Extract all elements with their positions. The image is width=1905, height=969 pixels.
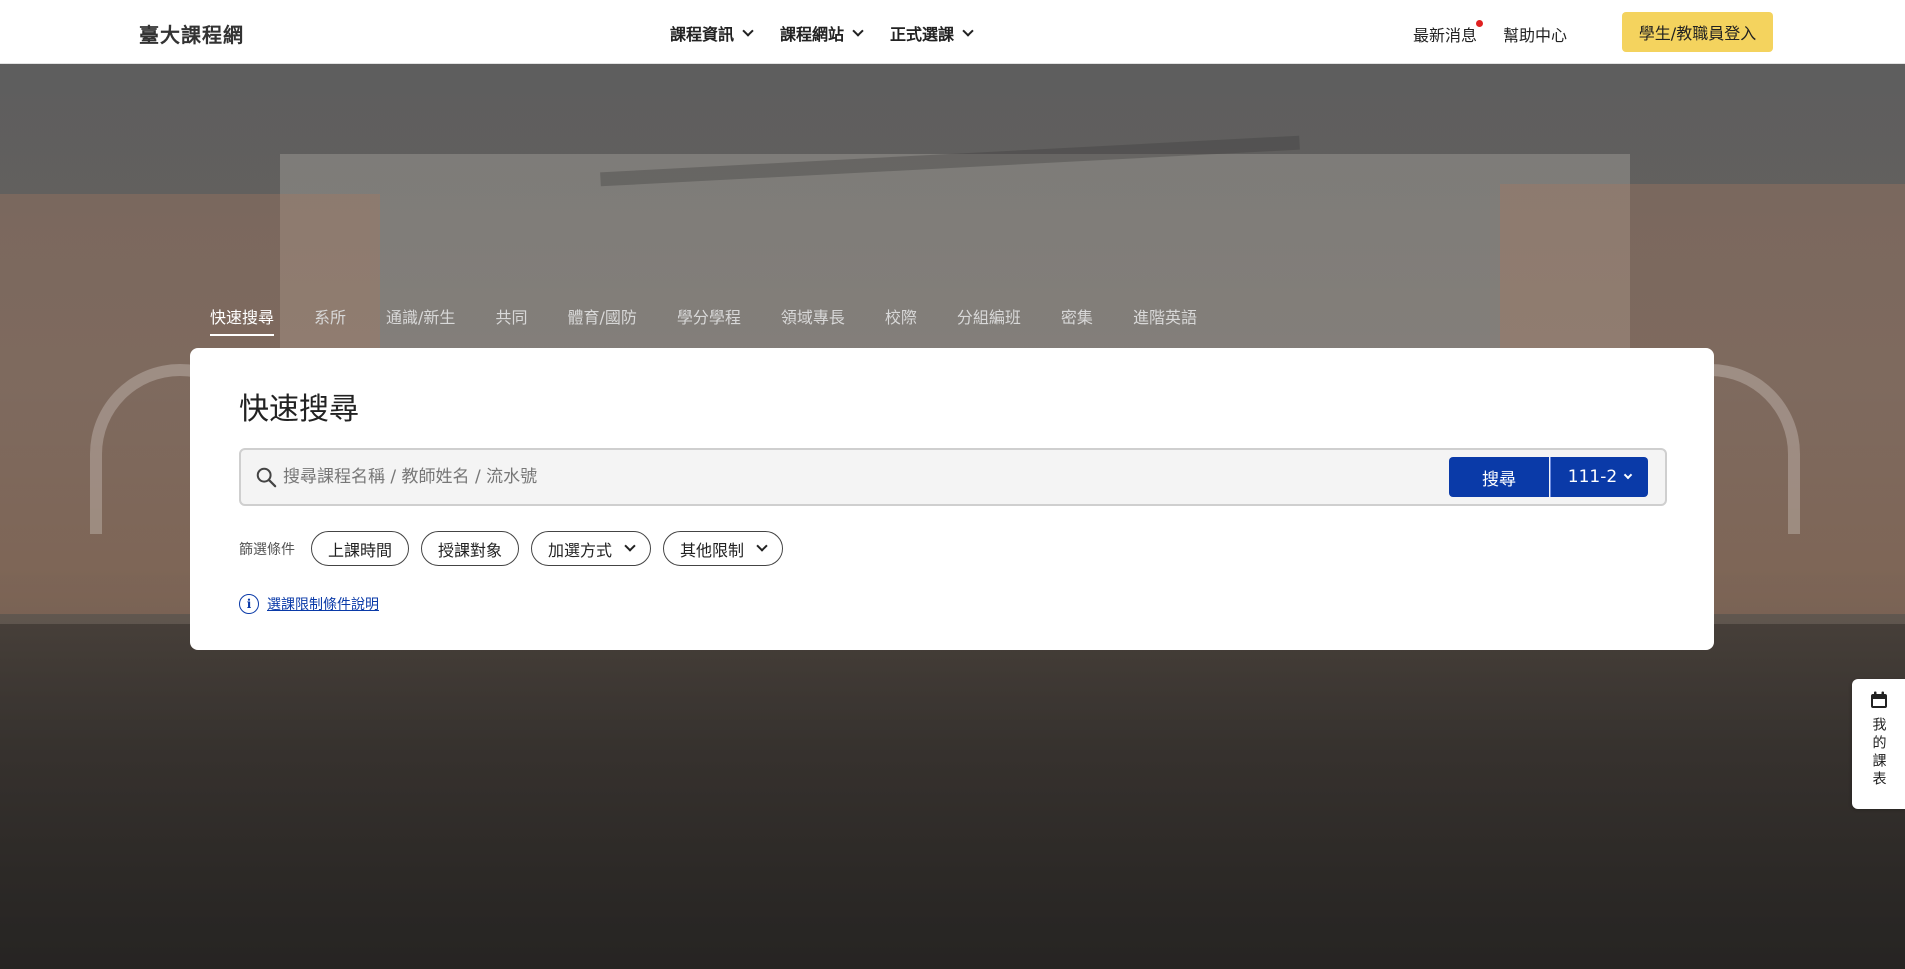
chevron-down-icon: [742, 24, 754, 37]
news-link-label: 最新消息: [1413, 26, 1478, 45]
chevron-down-icon: [962, 24, 974, 37]
search-button[interactable]: 搜尋: [1449, 457, 1549, 497]
news-link[interactable]: 最新消息: [1413, 20, 1484, 46]
card-title: 快速搜尋: [239, 392, 359, 427]
search-tabs: 快速搜尋 系所 通識/新生 共同 體育/國防 學分學程 領域專長 校際 分組編班…: [210, 304, 1197, 336]
filter-other-restrictions-label: 其他限制: [680, 540, 745, 560]
nav-course-info-label: 課程資訊: [670, 25, 735, 44]
search-icon: [256, 467, 277, 488]
filter-enroll-method[interactable]: 加選方式: [531, 531, 652, 566]
search-bar: 搜尋 111-2: [239, 448, 1667, 506]
nav-course-info[interactable]: 課程資訊: [670, 21, 754, 45]
tab-intensive[interactable]: 密集: [1061, 304, 1093, 336]
nav-course-websites-label: 課程網站: [780, 25, 845, 44]
tab-general-freshman[interactable]: 通識/新生: [386, 304, 455, 336]
info-icon: i: [239, 594, 259, 614]
tab-domain-expertise[interactable]: 領域專長: [781, 304, 845, 336]
tab-department[interactable]: 系所: [314, 304, 346, 336]
filter-target-audience[interactable]: 授課對象: [421, 531, 520, 566]
chevron-down-icon: [852, 24, 864, 37]
site-logo[interactable]: 臺大課程網: [139, 19, 244, 48]
tab-inter-school[interactable]: 校際: [885, 304, 917, 336]
chevron-down-icon: [756, 540, 768, 552]
chevron-down-icon: [1623, 470, 1633, 480]
help-center-link[interactable]: 幫助中心: [1503, 22, 1567, 46]
filter-other-restrictions[interactable]: 其他限制: [663, 531, 784, 566]
semester-value: 111-2: [1567, 467, 1618, 487]
quick-search-card: 快速搜尋 搜尋 111-2 篩選條件 上課時間 授課對象 加選方式 其他限制 i: [190, 348, 1714, 650]
filter-label: 篩選條件: [239, 541, 295, 558]
filter-class-time[interactable]: 上課時間: [311, 531, 410, 566]
tab-common[interactable]: 共同: [495, 304, 527, 336]
my-schedule-tab[interactable]: 我的課表: [1852, 679, 1905, 809]
filter-enroll-method-label: 加選方式: [548, 540, 613, 560]
search-input[interactable]: [283, 459, 1423, 495]
nav-course-selection[interactable]: 正式選課: [890, 21, 974, 45]
bg-crowd: [0, 624, 1905, 969]
my-schedule-label: 我的課表: [1870, 717, 1887, 789]
nav-course-websites[interactable]: 課程網站: [780, 21, 864, 45]
tab-advanced-english[interactable]: 進階英語: [1133, 304, 1197, 336]
restriction-info-link[interactable]: 選課限制條件說明: [267, 594, 379, 614]
notification-dot: [1476, 20, 1484, 27]
restriction-info: i 選課限制條件說明: [239, 594, 379, 614]
top-header: 臺大課程網 課程資訊 課程網站 正式選課 最新消息 幫助中心 學生/教職員登入: [0, 0, 1905, 64]
calendar-icon: [1870, 691, 1887, 708]
header-links: 最新消息 幫助中心: [1413, 20, 1567, 46]
main-nav: 課程資訊 課程網站 正式選課: [670, 21, 974, 45]
tab-quick-search[interactable]: 快速搜尋: [210, 304, 275, 336]
login-button[interactable]: 學生/教職員登入: [1622, 12, 1773, 52]
semester-select[interactable]: 111-2: [1550, 457, 1648, 497]
chevron-down-icon: [624, 540, 636, 552]
nav-course-selection-label: 正式選課: [890, 25, 955, 44]
tab-pe-military[interactable]: 體育/國防: [567, 304, 636, 336]
tab-group-class[interactable]: 分組編班: [957, 304, 1021, 336]
filter-row: 篩選條件 上課時間 授課對象 加選方式 其他限制: [239, 531, 784, 566]
tab-credit-program[interactable]: 學分學程: [677, 304, 741, 336]
bg-building: [280, 154, 1630, 374]
filter-target-audience-label: 授課對象: [438, 540, 503, 560]
filter-class-time-label: 上課時間: [328, 540, 393, 560]
